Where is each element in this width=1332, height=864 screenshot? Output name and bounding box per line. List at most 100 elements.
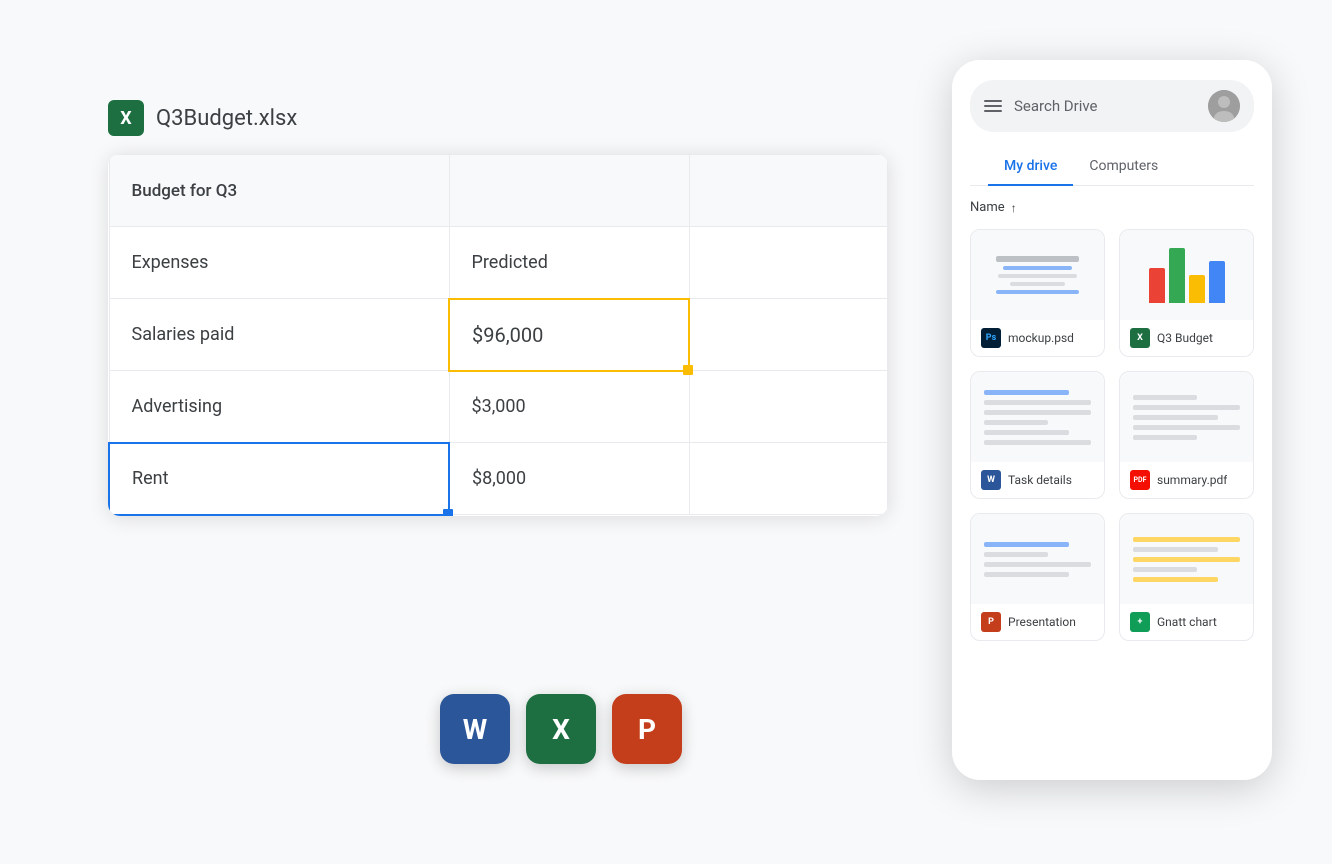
expenses-header-cell[interactable]: Expenses: [109, 227, 449, 299]
rent-extra-cell: [689, 443, 888, 515]
file-label-summary-pdf: summary.pdf: [1157, 473, 1227, 487]
advertising-label: Advertising: [110, 371, 449, 442]
salaries-extra-cell: [689, 299, 888, 371]
preview-line-g3: [1133, 557, 1239, 562]
sheets-badge: +: [1130, 612, 1150, 632]
preview-line-1: [984, 390, 1069, 395]
excel-file-icon: X: [108, 100, 144, 136]
bar-yellow: [1189, 275, 1205, 303]
bar-green: [1169, 248, 1185, 303]
file-info-mockup-psd: Ps mockup.psd: [971, 320, 1104, 356]
file-info-gnatt-chart: + Gnatt chart: [1120, 604, 1253, 640]
salaries-value-cell[interactable]: $96,000: [449, 299, 689, 371]
preview-line-p2: [984, 552, 1048, 557]
blue-fill-handle[interactable]: [443, 509, 453, 516]
sort-label: Name: [970, 200, 1005, 215]
bar-blue: [1209, 261, 1225, 303]
file-card-task-details[interactable]: W Task details: [970, 371, 1105, 499]
file-info-task-details: W Task details: [971, 462, 1104, 498]
search-drive-input[interactable]: Search Drive: [1014, 97, 1196, 115]
advertising-row: Advertising $3,000: [109, 371, 888, 443]
bar-chart-preview: [1149, 248, 1225, 303]
header-cell-3: [689, 227, 888, 299]
hamburger-line-2: [984, 105, 1002, 107]
file-preview-task-details: [971, 372, 1104, 462]
file-label-mockup-psd: mockup.psd: [1008, 331, 1074, 345]
ppt-badge: P: [981, 612, 1001, 632]
tab-computers[interactable]: Computers: [1073, 148, 1174, 186]
drive-files-grid: Ps mockup.psd X: [970, 229, 1254, 641]
rent-label-cell[interactable]: Rent: [109, 443, 449, 515]
rent-row: Rent $8,000: [109, 443, 888, 515]
preview-line-6: [984, 440, 1090, 445]
drive-content: Name ↑: [952, 186, 1272, 780]
file-header: X Q3Budget.xlsx: [108, 100, 888, 136]
preview-line-g2: [1133, 547, 1218, 552]
file-label-presentation: Presentation: [1008, 615, 1076, 629]
file-label-gnatt-chart: Gnatt chart: [1157, 615, 1217, 629]
ps-preview-content: [991, 256, 1084, 294]
advertising-value-cell[interactable]: $3,000: [449, 371, 689, 443]
expenses-header: Expenses: [110, 227, 449, 298]
preview-line-5: [984, 430, 1069, 435]
preview-line-s1: [1133, 395, 1197, 400]
predicted-header: Predicted: [450, 227, 689, 298]
spreadsheet-container: X Q3Budget.xlsx Budget for Q3: [108, 100, 888, 590]
title-cell-content: Budget for Q3: [110, 155, 449, 226]
gnatt-lines: [1133, 537, 1239, 582]
drive-panel: Search Drive My drive Computers: [952, 60, 1272, 780]
presentation-lines: [984, 542, 1090, 577]
spreadsheet[interactable]: Budget for Q3 Expenses Predicted: [108, 154, 888, 516]
rent-value-cell[interactable]: $8,000: [449, 443, 689, 515]
preview-line-s2: [1133, 405, 1239, 410]
preview-line-g1: [1133, 537, 1239, 542]
preview-line-2: [984, 400, 1090, 405]
file-info-presentation: P Presentation: [971, 604, 1104, 640]
pdf-badge: PDF: [1130, 470, 1150, 490]
hamburger-menu-icon[interactable]: [984, 100, 1002, 112]
file-card-mockup-psd[interactable]: Ps mockup.psd: [970, 229, 1105, 357]
file-card-q3-budget[interactable]: X Q3 Budget: [1119, 229, 1254, 357]
ppt-app-icon[interactable]: P: [612, 694, 682, 764]
xl-badge: X: [1130, 328, 1150, 348]
salaries-label: Salaries paid: [110, 299, 449, 370]
preview-line-p3: [984, 562, 1090, 567]
rent-value: $8,000: [450, 443, 689, 514]
excel-app-icon[interactable]: X: [526, 694, 596, 764]
ps-line-3: [998, 274, 1077, 278]
salaries-label-cell[interactable]: Salaries paid: [109, 299, 449, 371]
user-avatar[interactable]: [1208, 90, 1240, 122]
title-row: Budget for Q3: [109, 155, 888, 227]
preview-line-s5: [1133, 435, 1197, 440]
scene: X Q3Budget.xlsx Budget for Q3: [0, 0, 1332, 864]
file-info-q3-budget: X Q3 Budget: [1120, 320, 1253, 356]
file-info-summary-pdf: PDF summary.pdf: [1120, 462, 1253, 498]
predicted-header-cell[interactable]: Predicted: [449, 227, 689, 299]
ps-badge: Ps: [981, 328, 1001, 348]
drive-search-bar[interactable]: Search Drive: [970, 80, 1254, 132]
drive-tabs: My drive Computers: [970, 148, 1254, 186]
ps-line-4: [1010, 282, 1066, 286]
preview-line-s4: [1133, 425, 1239, 430]
word-badge: W: [981, 470, 1001, 490]
advertising-label-cell[interactable]: Advertising: [109, 371, 449, 443]
hamburger-line-1: [984, 100, 1002, 102]
tab-my-drive[interactable]: My drive: [988, 148, 1073, 186]
file-name: Q3Budget.xlsx: [156, 106, 297, 131]
title-cell-3: [689, 155, 888, 227]
advertising-value: $3,000: [450, 372, 689, 443]
preview-line-4: [984, 420, 1048, 425]
preview-line-g5: [1133, 577, 1218, 582]
salaries-row: Salaries paid $96,000: [109, 299, 888, 371]
yellow-fill-handle[interactable]: [683, 365, 693, 375]
word-app-icon[interactable]: W: [440, 694, 510, 764]
spreadsheet-table: Budget for Q3 Expenses Predicted: [108, 154, 888, 516]
file-card-presentation[interactable]: P Presentation: [970, 513, 1105, 641]
task-details-lines: [984, 390, 1090, 445]
title-cell[interactable]: Budget for Q3: [109, 155, 449, 227]
summary-pdf-lines: [1133, 395, 1239, 440]
preview-line-p4: [984, 572, 1069, 577]
title-cell-2: [449, 155, 689, 227]
file-card-summary-pdf[interactable]: PDF summary.pdf: [1119, 371, 1254, 499]
file-card-gnatt-chart[interactable]: + Gnatt chart: [1119, 513, 1254, 641]
